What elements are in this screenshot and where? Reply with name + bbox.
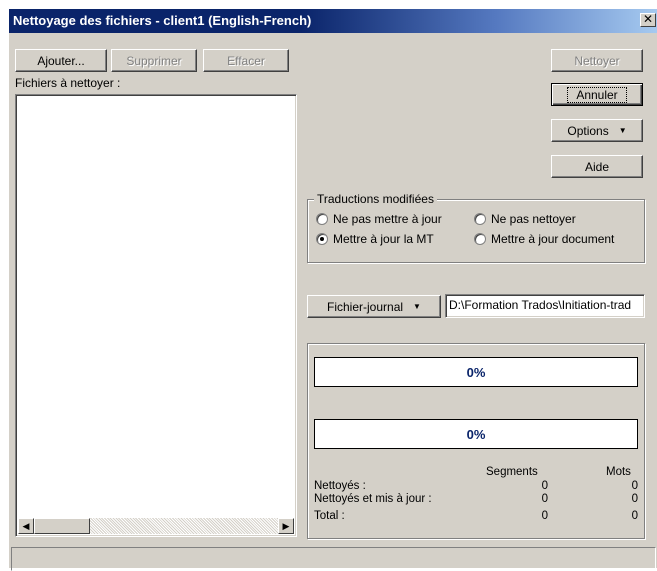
files-list[interactable]: ◀ ▶	[15, 94, 297, 537]
dropdown-arrow-icon: ▼	[618, 126, 627, 135]
cancel-button[interactable]: Annuler	[551, 83, 643, 106]
radio-no-clean-label: Ne pas nettoyer	[491, 212, 576, 226]
radio-button-icon	[474, 233, 486, 245]
files-horizontal-scrollbar[interactable]: ◀ ▶	[18, 518, 294, 534]
radio-button-icon	[316, 213, 328, 225]
scroll-right-icon[interactable]: ▶	[278, 518, 294, 534]
radio-button-icon	[474, 213, 486, 225]
logfile-button-label: Fichier-journal	[327, 299, 404, 314]
stats-cleaned-segments: 0	[541, 480, 548, 492]
radio-update-tm[interactable]: Mettre à jour la MT	[316, 232, 434, 246]
status-bar	[11, 547, 656, 571]
stats-label-total: Total :	[314, 510, 345, 522]
segments-header: Segments	[486, 466, 538, 478]
help-button[interactable]: Aide	[551, 155, 643, 178]
logfile-path-field[interactable]: D:\Formation Trados\Initiation-trad	[445, 294, 645, 318]
close-icon[interactable]: ✕	[640, 13, 656, 27]
window-title: Nettoyage des fichiers - client1 (Englis…	[13, 13, 312, 28]
options-button-label: Options	[567, 123, 609, 138]
radio-button-selected-icon	[316, 233, 328, 245]
dropdown-arrow-icon: ▼	[413, 302, 421, 311]
options-button[interactable]: Options ▼	[551, 119, 643, 142]
remove-button[interactable]: Supprimer	[111, 49, 197, 72]
radio-no-update[interactable]: Ne pas mettre à jour	[316, 212, 442, 226]
radio-update-tm-label: Mettre à jour la MT	[333, 232, 434, 246]
files-label: Fichiers à nettoyer :	[15, 76, 121, 90]
add-button[interactable]: Ajouter...	[15, 49, 107, 72]
translations-group: Traductions modifiées Ne pas mettre à jo…	[307, 192, 645, 263]
cancel-button-label: Annuler	[567, 86, 627, 103]
clean-button-label: Nettoyer	[574, 53, 620, 68]
stats-total-words: 0	[631, 510, 638, 522]
scroll-left-icon[interactable]: ◀	[18, 518, 34, 534]
stats-label-cleaned: Nettoyés :	[314, 480, 366, 492]
clean-button[interactable]: Nettoyer	[551, 49, 643, 72]
translations-legend: Traductions modifiées	[314, 192, 437, 206]
stats-cleaned-words: 0	[631, 480, 638, 492]
cleanup-dialog: Nettoyage des fichiers - client1 (Englis…	[8, 8, 657, 571]
radio-update-document[interactable]: Mettre à jour document	[474, 232, 614, 246]
words-header: Mots	[606, 466, 631, 478]
progress-bar-total: 0%	[314, 419, 638, 449]
stats-label-cleaned-updated: Nettoyés et mis à jour :	[314, 493, 432, 505]
radio-no-update-label: Ne pas mettre à jour	[333, 212, 442, 226]
radio-no-clean[interactable]: Ne pas nettoyer	[474, 212, 576, 226]
stats-cleaned-updated-segments: 0	[541, 493, 548, 505]
help-button-label: Aide	[584, 159, 610, 174]
remove-button-label: Supprimer	[126, 53, 182, 68]
title-bar[interactable]: Nettoyage des fichiers - client1 (Englis…	[9, 9, 657, 33]
stats-total-segments: 0	[541, 510, 548, 522]
stats-cleaned-updated-words: 0	[631, 493, 638, 505]
radio-update-document-label: Mettre à jour document	[491, 232, 615, 246]
clear-button-label: Effacer	[227, 53, 265, 68]
progress-bar-files: 0%	[314, 357, 638, 387]
scroll-thumb[interactable]	[34, 518, 90, 534]
clear-button[interactable]: Effacer	[203, 49, 289, 72]
logfile-button[interactable]: Fichier-journal ▼	[307, 295, 441, 318]
progress-panel: 0% 0% Segments Mots Nettoyés : 0 0 Netto…	[307, 343, 645, 539]
add-button-label: Ajouter...	[37, 53, 85, 68]
